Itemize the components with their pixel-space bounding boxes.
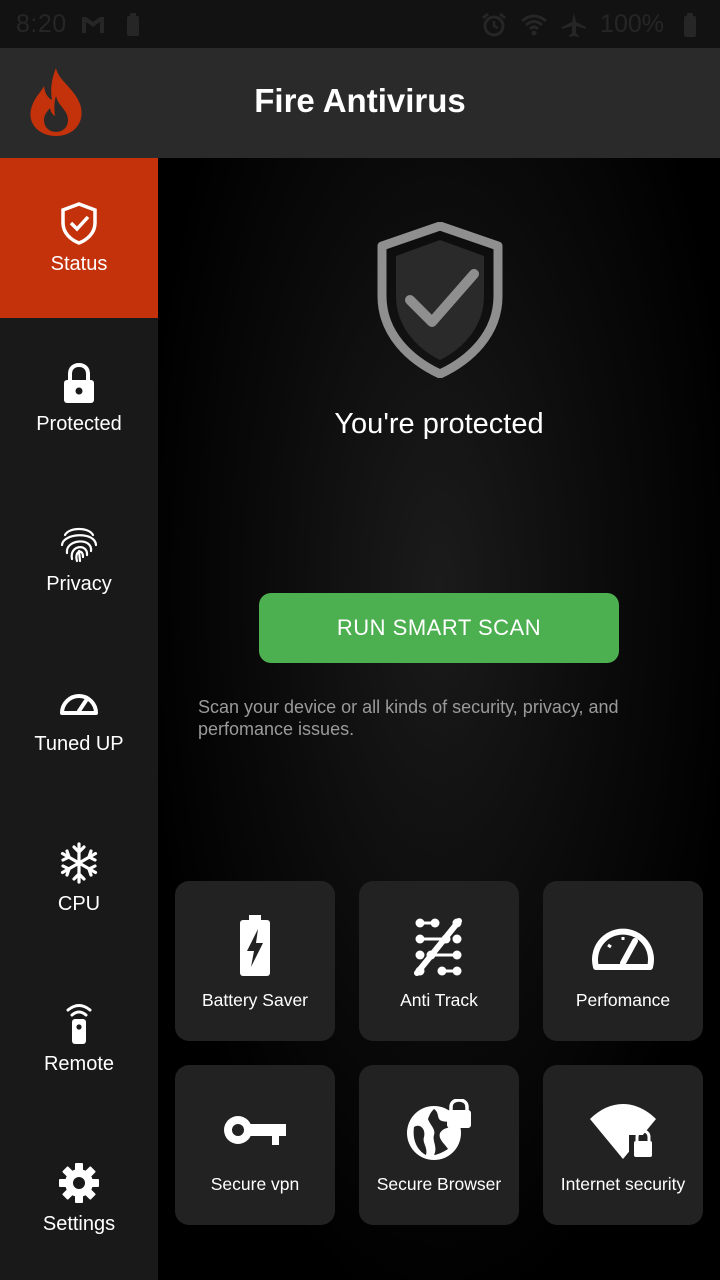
protection-status: You're protected (334, 408, 544, 440)
tile-secure-browser[interactable]: Secure Browser (359, 1065, 519, 1225)
tile-label: Battery Saver (201, 990, 309, 1010)
sidebar-item-label: Protected (36, 412, 122, 435)
snowflake-icon (60, 841, 98, 884)
status-bar: 8:20 100% (0, 0, 720, 48)
battery-percent: 100% (600, 10, 664, 38)
alarm-icon (482, 12, 506, 36)
sidebar-item-settings[interactable]: Settings (0, 1118, 158, 1278)
sidebar-item-label: Tuned UP (34, 732, 124, 755)
tile-label: Secure vpn (210, 1174, 300, 1194)
shield-check-icon (377, 222, 503, 378)
wifi-lock-icon (590, 1104, 657, 1161)
battery-small-icon (126, 12, 139, 36)
tile-label: Anti Track (400, 990, 478, 1010)
shield-check-icon (61, 201, 97, 245)
tile-label: Perfomance (575, 990, 671, 1010)
sidebar-item-remote[interactable]: Remote (0, 958, 158, 1118)
airplane-icon (562, 12, 587, 37)
tile-anti-track[interactable]: Anti Track (359, 881, 519, 1041)
sidebar: Status Protected Privacy Tuned UP CPU Re… (0, 158, 158, 1280)
sidebar-item-label: Settings (42, 1212, 116, 1235)
gauge-icon (592, 928, 654, 970)
sidebar-item-privacy[interactable]: Privacy (0, 478, 158, 638)
key-icon (224, 1116, 286, 1145)
sidebar-item-cpu[interactable]: CPU (0, 798, 158, 958)
sidebar-item-label: Remote (43, 1052, 115, 1075)
sidebar-item-tuned-up[interactable]: Tuned UP (0, 638, 158, 798)
anti-track-icon (414, 918, 462, 976)
sidebar-item-label: Status (50, 252, 108, 275)
sidebar-item-label: CPU (57, 892, 101, 915)
wifi-icon (521, 14, 548, 35)
main-panel: You're protected RUN SMART SCAN Scan you… (158, 158, 720, 1280)
gmail-icon (81, 16, 104, 33)
sidebar-item-protected[interactable]: Protected (0, 318, 158, 478)
sidebar-item-label: Privacy (46, 572, 112, 595)
lock-icon (64, 362, 94, 403)
tile-label: Internet security (560, 1174, 686, 1194)
tile-battery-saver[interactable]: Battery Saver (175, 881, 335, 1041)
status-time: 8:20 (16, 10, 67, 38)
tile-label: Secure Browser (376, 1174, 502, 1194)
gear-icon (59, 1162, 99, 1203)
tile-internet-security[interactable]: Internet security (543, 1065, 703, 1225)
sidebar-item-status[interactable]: Status (0, 158, 158, 318)
remote-icon (66, 1003, 92, 1044)
scan-description: Scan your device or all kinds of securit… (198, 697, 619, 739)
battery-icon (684, 12, 696, 37)
tile-secure-vpn[interactable]: Secure vpn (175, 1065, 335, 1225)
app-title: Fire Antivirus (254, 82, 466, 119)
app-header: Fire Antivirus (0, 48, 720, 158)
battery-bolt-icon (240, 915, 270, 976)
run-smart-scan-button[interactable]: RUN SMART SCAN (259, 593, 619, 663)
fingerprint-icon (60, 527, 98, 562)
tile-performance[interactable]: Perfomance (543, 881, 703, 1041)
globe-lock-icon (407, 1099, 471, 1160)
speedometer-icon (60, 693, 98, 715)
